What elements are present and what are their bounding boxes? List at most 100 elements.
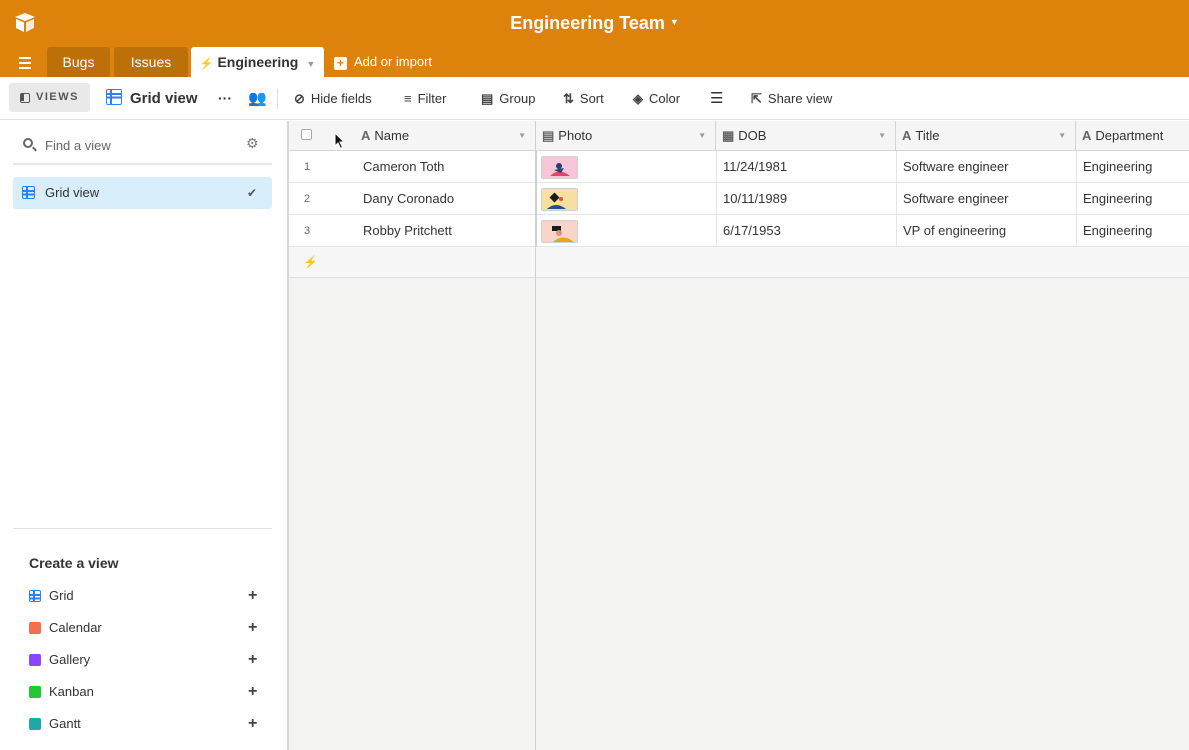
toolbar-divider [277,89,278,109]
create-item-label: Grid [49,588,74,603]
column-header-title[interactable]: A Title ▼ [896,121,1076,151]
select-all-checkbox[interactable] [301,129,312,140]
chevron-down-icon[interactable]: ▼ [698,121,706,151]
find-view-box: ⚙ [13,121,272,165]
group-button[interactable]: ▤ Group [481,77,535,120]
column-label: Department [1095,128,1164,143]
tab-label: Engineering [217,54,299,70]
cell-photo[interactable] [536,151,716,183]
cell-department[interactable]: Engineering [1076,183,1189,215]
create-gantt-view[interactable]: Gantt + [13,708,272,740]
hide-fields-button[interactable]: ⊘ Hide fields [294,77,372,120]
plus-icon[interactable]: + [248,580,257,612]
cell-dob[interactable]: 10/11/1989 [716,183,896,215]
cell-dob[interactable]: 6/17/1953 [716,215,896,247]
photo-thumbnail[interactable] [541,188,578,211]
create-kanban-view[interactable]: Kanban + [13,676,272,708]
person-illustration-icon [542,221,577,242]
grid-icon [106,89,122,105]
row-height-icon[interactable]: ☰ [710,77,723,120]
tab-issues[interactable]: Issues [114,47,188,77]
create-calendar-view[interactable]: Calendar + [13,612,272,644]
add-record-row[interactable]: ⚡ [289,247,1189,278]
find-view-input[interactable] [45,133,235,157]
sort-button[interactable]: ⇅ Sort [563,77,604,120]
plus-icon[interactable]: + [248,676,257,708]
base-title-text[interactable]: Engineering Team [510,13,665,33]
plus-icon: + [334,57,347,70]
column-label: DOB [738,128,767,143]
row-number: 1 [303,161,311,173]
create-gallery-view[interactable]: Gallery + [13,644,272,676]
cell-title[interactable]: VP of engineering [896,215,1076,247]
photo-thumbnail[interactable] [541,220,578,243]
share-view-button[interactable]: ⇱ Share view [751,77,832,120]
plus-icon[interactable]: + [248,612,257,644]
menu-icon[interactable] [13,54,39,72]
column-header-photo[interactable]: ▤ Photo ▼ [536,121,716,151]
plus-icon[interactable]: + [248,708,257,740]
view-name: Grid view [130,90,198,107]
plus-icon[interactable]: + [248,644,257,676]
filter-button[interactable]: ≡ Filter [404,77,446,120]
cell-photo[interactable] [536,183,716,215]
cell-department[interactable]: Engineering [1076,215,1189,247]
eye-slash-icon: ⊘ [294,91,305,106]
add-or-import-button[interactable]: + Add or import [334,47,432,77]
tab-label: Issues [130,54,172,70]
table-row[interactable]: 3 Robby Pritchett 6/17/1953 VP of engine… [289,215,1189,247]
column-label: Photo [558,128,593,143]
text-field-icon: A [902,128,912,143]
column-header-name[interactable]: A Name ▼ [355,121,536,151]
view-switcher[interactable]: Grid view [106,77,198,120]
cell-photo[interactable] [536,215,716,247]
views-sidebar: ⚙ Grid view ✔ Create a view Grid + Calen… [0,121,289,750]
table-row[interactable]: 1 Cameron Toth 11/24/1981 Software engin… [289,151,1189,183]
add-or-import-label: Add or import [354,54,433,69]
column-header-department[interactable]: A Department [1076,121,1189,151]
more-options-icon[interactable]: ··· [218,77,232,120]
tab-bugs[interactable]: Bugs [47,47,110,77]
sidebar-item-grid-view[interactable]: Grid view ✔ [13,177,272,209]
base-title[interactable]: Engineering Team ▼ [0,13,1189,34]
table-row[interactable]: 2 Dany Coronado 10/11/1989 Software engi… [289,183,1189,215]
filter-label: Filter [417,91,447,106]
gear-icon[interactable]: ⚙ [246,135,259,152]
app-header: Engineering Team ▼ Bugs Issues ⚡ Engineeri… [0,0,1189,77]
create-item-label: Gantt [49,716,81,731]
chevron-down-icon[interactable]: ▼ [1058,121,1066,151]
tab-engineering[interactable]: ⚡ Engineering ▼ [191,47,324,77]
tab-label: Bugs [62,54,95,70]
column-header-dob[interactable]: ▦ DOB ▼ [716,121,896,151]
grid-icon [22,186,35,199]
chevron-down-icon[interactable]: ▼ [518,121,526,151]
share-view-label: Share view [767,91,833,106]
column-label: Name [374,128,410,143]
cell-name[interactable]: Robby Pritchett [357,215,536,247]
create-grid-view[interactable]: Grid + [13,580,272,612]
cell-dob[interactable]: 11/24/1981 [716,151,896,183]
chevron-down-icon[interactable]: ▼ [878,121,886,151]
view-toolbar: VIEWS Grid view ··· 👥 ⊘ Hide fields ≡ Filt… [0,77,1189,120]
collaborators-icon[interactable]: 👥 [248,77,267,120]
sort-label: Sort [579,91,604,106]
cell-name[interactable]: Dany Coronado [357,183,536,215]
create-item-label: Gallery [49,652,91,667]
grid-icon [29,590,41,602]
chevron-down-icon[interactable]: ▼ [670,17,679,27]
photo-thumbnail[interactable] [541,156,578,179]
color-button[interactable]: ◈ Color [633,77,680,120]
cell-department[interactable]: Engineering [1076,151,1189,183]
text-field-icon: A [361,128,371,143]
cell-title[interactable]: Software engineer [896,151,1076,183]
views-toggle-button[interactable]: VIEWS [9,83,90,112]
text-field-icon: A [1082,128,1092,143]
hide-fields-label: Hide fields [310,91,372,106]
cell-name[interactable]: Cameron Toth [357,151,536,183]
mouse-pointer-icon [334,132,346,150]
chevron-down-icon[interactable]: ▼ [306,59,315,69]
cell-title[interactable]: Software engineer [896,183,1076,215]
row-number: 3 [303,225,311,237]
gantt-icon [29,718,41,730]
table-header-row: A Name ▼ ▤ Photo ▼ ▦ DOB ▼ A Title ▼ A Department [289,121,1189,151]
